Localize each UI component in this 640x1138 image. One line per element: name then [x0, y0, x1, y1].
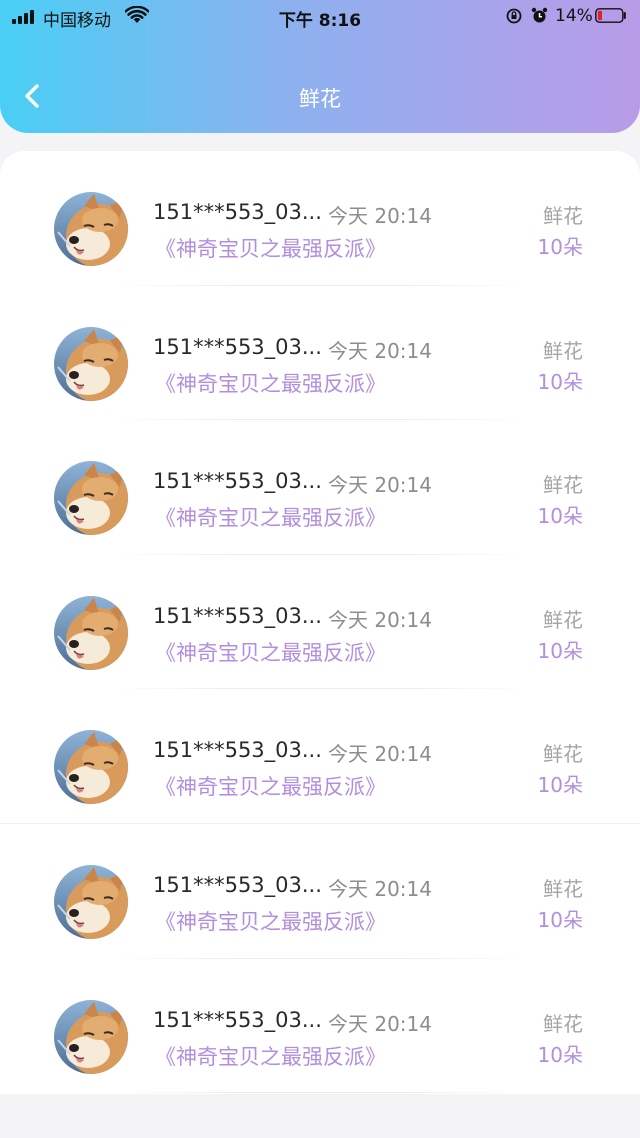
gift-count: 10朵	[537, 1042, 583, 1067]
list-item[interactable]: 151***553_03... 今天 20:14 《神奇宝贝之最强反派》 鲜花 10朵	[0, 824, 640, 959]
list-item[interactable]: 151***553_03... 今天 20:14 《神奇宝贝之最强反派》 鲜花 10朵	[0, 555, 640, 690]
divider	[110, 1092, 530, 1094]
gift-time: 今天 20:14	[328, 877, 432, 901]
alarm-icon	[531, 7, 548, 23]
avatar[interactable]	[54, 192, 128, 266]
user-name: 151***553_03...	[153, 603, 322, 628]
book-title[interactable]: 《神奇宝贝之最强反派》	[155, 771, 386, 801]
gift-type: 鲜花	[543, 204, 583, 228]
avatar[interactable]	[54, 461, 128, 536]
page-title: 鲜花	[299, 87, 341, 111]
avatar[interactable]	[54, 999, 128, 1074]
header: 中国移动 下午 8:16 14% 鲜花	[0, 0, 640, 133]
gift-type: 鲜花	[543, 1011, 583, 1036]
avatar[interactable]	[54, 865, 128, 939]
gift-time: 今天 20:14	[328, 742, 432, 767]
gift-time: 今天 20:14	[328, 473, 432, 498]
user-name: 151***553_03...	[153, 469, 322, 494]
gift-count: 10朵	[537, 908, 583, 932]
user-name: 151***553_03...	[153, 200, 322, 224]
orientation-lock-icon	[506, 8, 522, 24]
book-title[interactable]: 《神奇宝贝之最强反派》	[155, 233, 386, 263]
book-title[interactable]: 《神奇宝贝之最强反派》	[155, 502, 386, 532]
gift-count: 10朵	[537, 504, 583, 529]
gift-time: 今天 20:14	[328, 204, 432, 228]
list-item[interactable]: 151***553_03... 今天 20:14 《神奇宝贝之最强反派》 鲜花 10朵	[0, 689, 640, 824]
gift-count: 10朵	[537, 235, 583, 259]
list-item[interactable]: 151***553_03... 今天 20:14 《神奇宝贝之最强反派》 鲜花 10朵	[0, 420, 640, 555]
avatar[interactable]	[54, 595, 128, 670]
gift-time: 今天 20:14	[328, 1011, 432, 1036]
list-item[interactable]: 151***553_03... 今天 20:14 《神奇宝贝之最强反派》 鲜花 10朵	[0, 151, 640, 286]
gift-type: 鲜花	[543, 877, 583, 901]
avatar[interactable]	[54, 326, 128, 401]
gift-count: 10朵	[537, 638, 583, 663]
gift-count: 10朵	[537, 369, 583, 394]
gift-type: 鲜花	[543, 607, 583, 632]
flower-record-list: 151***553_03... 今天 20:14 《神奇宝贝之最强反派》 鲜花 10朵 1…	[0, 151, 640, 1094]
book-title[interactable]: 《神奇宝贝之最强反派》	[155, 906, 386, 936]
status-bar: 中国移动 下午 8:16 14%	[0, 0, 640, 34]
user-name: 151***553_03...	[153, 738, 322, 763]
user-name: 151***553_03...	[153, 873, 322, 897]
gift-count: 10朵	[537, 773, 583, 798]
battery-icon	[595, 8, 626, 23]
list-item[interactable]: 151***553_03... 今天 20:14 《神奇宝贝之最强反派》 鲜花 10朵	[0, 959, 640, 1094]
user-name: 151***553_03...	[153, 1007, 322, 1032]
gift-time: 今天 20:14	[328, 607, 432, 632]
battery-percent: 14%	[555, 6, 593, 26]
book-title[interactable]: 《神奇宝贝之最强反派》	[155, 1041, 386, 1071]
book-title[interactable]: 《神奇宝贝之最强反派》	[155, 368, 386, 398]
gift-type: 鲜花	[543, 338, 583, 363]
user-name: 151***553_03...	[153, 334, 322, 359]
gift-type: 鲜花	[543, 473, 583, 498]
gift-type: 鲜花	[543, 742, 583, 767]
book-title[interactable]: 《神奇宝贝之最强反派》	[155, 637, 386, 667]
avatar[interactable]	[54, 730, 128, 805]
gift-time: 今天 20:14	[328, 338, 432, 363]
list-item[interactable]: 151***553_03... 今天 20:14 《神奇宝贝之最强反派》 鲜花 10朵	[0, 286, 640, 421]
